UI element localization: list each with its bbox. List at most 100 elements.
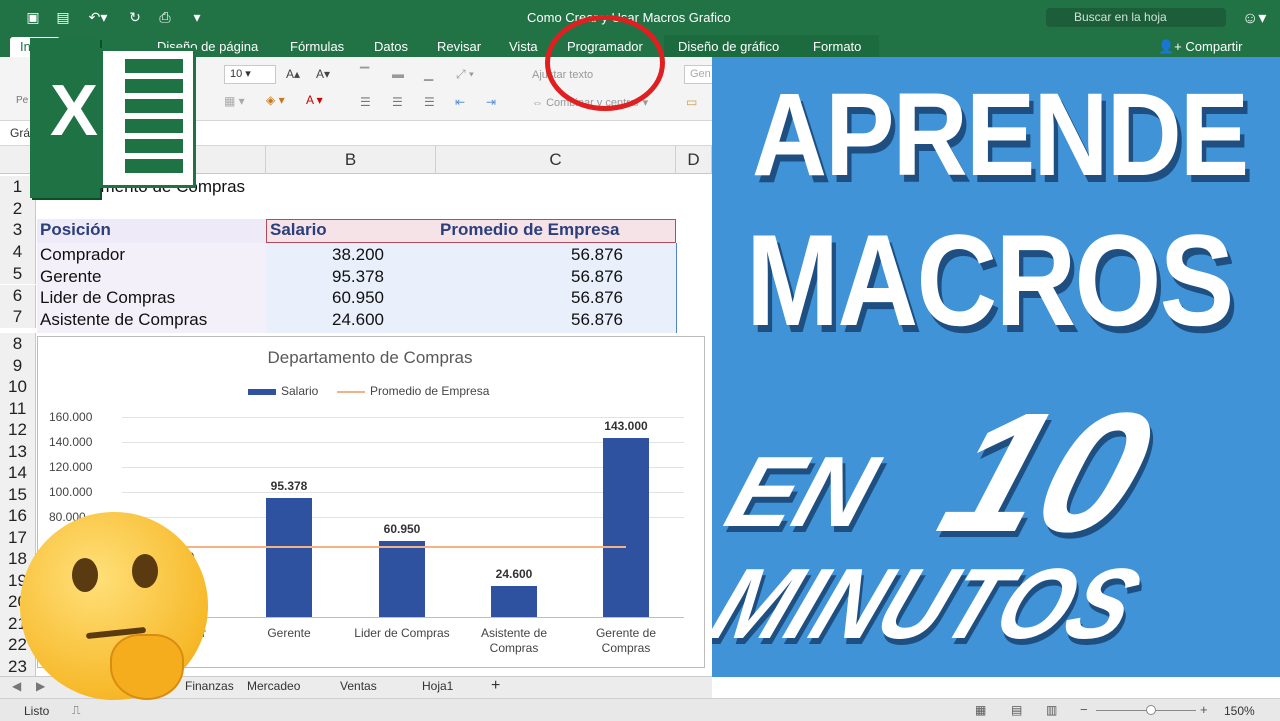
sheet-tab-hoja1[interactable]: Hoja1 [422,679,453,693]
align-right-icon[interactable]: ☰ [424,95,435,109]
zoom-out-icon[interactable]: − [1080,702,1088,717]
row-header[interactable]: 15 [0,483,36,505]
emoji-left-eye [72,558,98,592]
tab-formulas[interactable]: Fórmulas [290,39,344,54]
row-header[interactable]: 5 [0,262,36,285]
cell-salary[interactable]: 95.378 [270,267,384,287]
bar-salary[interactable] [491,586,537,617]
excel-logo-grid [125,59,183,177]
feedback-smiley-icon[interactable]: ☺▾ [1242,8,1266,28]
data-label: 24.600 [495,567,533,582]
line-company-average[interactable] [176,545,626,548]
legend-salary: Salario [281,384,319,398]
search-input[interactable]: Buscar en la hoja [1046,8,1226,27]
row-header[interactable]: 7 [0,306,36,328]
header-salary[interactable]: Salario [270,220,327,240]
tab-review[interactable]: Revisar [437,39,481,54]
cell-salary[interactable]: 24.600 [270,310,384,330]
page-layout-view-icon[interactable]: ▤ [1011,703,1022,717]
column-header-b[interactable]: B [266,146,436,174]
cell-company-average[interactable]: 56.876 [440,310,623,330]
cell-salary[interactable]: 60.950 [270,288,384,308]
gridline [122,492,684,493]
bar-salary[interactable] [603,438,649,617]
row-header[interactable]: 23 [0,655,36,677]
font-color-icon[interactable]: A ▾ [306,93,323,107]
bar-salary[interactable] [266,497,312,617]
legend-average: Promedio de Empresa [370,384,490,398]
bar-salary[interactable] [379,540,425,617]
cell-company-average[interactable]: 56.876 [440,267,623,287]
normal-view-icon[interactable]: ▦ [975,703,986,717]
row-header[interactable]: 14 [0,462,36,484]
decrease-indent-icon[interactable]: ⇤ [455,95,465,109]
emoji-hand [110,634,184,700]
status-bar: Listo ⎍ ▦ ▤ ▥ − + 150% [0,698,1280,721]
share-button[interactable]: 👤+ Compartir [1158,39,1242,55]
column-header-c[interactable]: C [436,146,676,174]
zoom-in-icon[interactable]: + [1200,702,1208,717]
page-break-view-icon[interactable]: ▥ [1046,703,1057,717]
row-header[interactable]: 12 [0,419,36,441]
row-header[interactable]: 4 [0,241,36,263]
row-header[interactable]: 10 [0,376,36,398]
fill-color-icon[interactable]: ◈ ▾ [266,93,285,107]
cell-company-average[interactable]: 56.876 [440,288,623,308]
number-format-select[interactable]: Gen [684,65,712,84]
font-size-select[interactable]: 10 ▾ [224,65,276,84]
data-label: 95.378 [270,478,308,493]
cell-position[interactable]: Gerente [40,267,260,287]
row-header[interactable]: 6 [0,284,36,307]
align-bottom-icon[interactable]: ▁ [424,67,433,81]
borders-icon[interactable]: ▦ ▾ [224,94,245,108]
align-top-icon[interactable]: ▔ [360,67,369,81]
increase-indent-icon[interactable]: ⇥ [486,95,496,109]
cell-company-average[interactable]: 56.876 [440,245,623,265]
undo-icon[interactable]: ↶▾ [84,9,112,25]
row-header[interactable]: 16 [0,505,36,527]
header-position[interactable]: Posición [40,220,111,240]
data-label: 143.000 [604,419,648,434]
decrease-font-icon[interactable]: A▾ [316,67,330,81]
cell-position[interactable]: Comprador [40,245,260,265]
row-header[interactable]: 9 [0,354,36,376]
sidebar-toggle-icon[interactable]: ▣ [24,9,42,25]
sheet-tab-mercadeo[interactable]: Mercadeo [247,679,300,693]
macro-record-icon[interactable]: ⎍ [72,703,80,718]
cell-salary[interactable]: 38.200 [270,245,384,265]
add-sheet-icon[interactable]: + [491,677,500,695]
column-header-d[interactable]: D [676,146,712,174]
cell-position[interactable]: Asistente de Compras [40,310,260,330]
row-header[interactable]: 17 [0,526,36,548]
row-header[interactable]: 11 [0,397,36,419]
redo-icon[interactable]: ↻ [126,9,144,25]
currency-icon[interactable]: ▭ [686,95,697,109]
row-header[interactable]: 2 [0,197,36,220]
sheet-tab-ventas[interactable]: Ventas [340,679,377,693]
print-icon[interactable]: ⎙ [156,9,174,25]
sheet-tab-finanzas[interactable]: Finanzas [185,679,234,693]
chart-title: Departamento de Compras [267,348,473,367]
zoom-slider-thumb[interactable] [1146,705,1156,715]
save-icon[interactable]: ▤ [54,9,72,25]
align-center-icon[interactable]: ☰ [392,95,403,109]
name-box[interactable]: Grá [10,126,30,140]
prev-sheet-icon[interactable]: ◀ [12,679,21,693]
tab-format[interactable]: Formato [813,39,861,54]
promo-line-10: 10 [921,378,1172,568]
header-company-average[interactable]: Promedio de Empresa [440,220,620,240]
align-left-icon[interactable]: ☰ [360,95,371,109]
tab-data[interactable]: Datos [374,39,408,54]
tab-chart-design[interactable]: Diseño de gráfico [678,39,779,54]
align-middle-icon[interactable]: ▬ [392,67,404,81]
orientation-icon[interactable]: ⤢ ▾ [456,67,474,82]
row-header[interactable]: 8 [0,333,36,355]
next-sheet-icon[interactable]: ▶ [36,679,45,693]
tab-view[interactable]: Vista [509,39,538,54]
row-header[interactable]: 13 [0,440,36,462]
customize-toolbar-icon[interactable]: ▾ [188,9,206,25]
promo-line-macros: MACROS [746,207,1234,353]
row-header[interactable]: 3 [0,219,36,242]
cell-position[interactable]: Lider de Compras [40,288,260,308]
increase-font-icon[interactable]: A▴ [286,67,300,81]
